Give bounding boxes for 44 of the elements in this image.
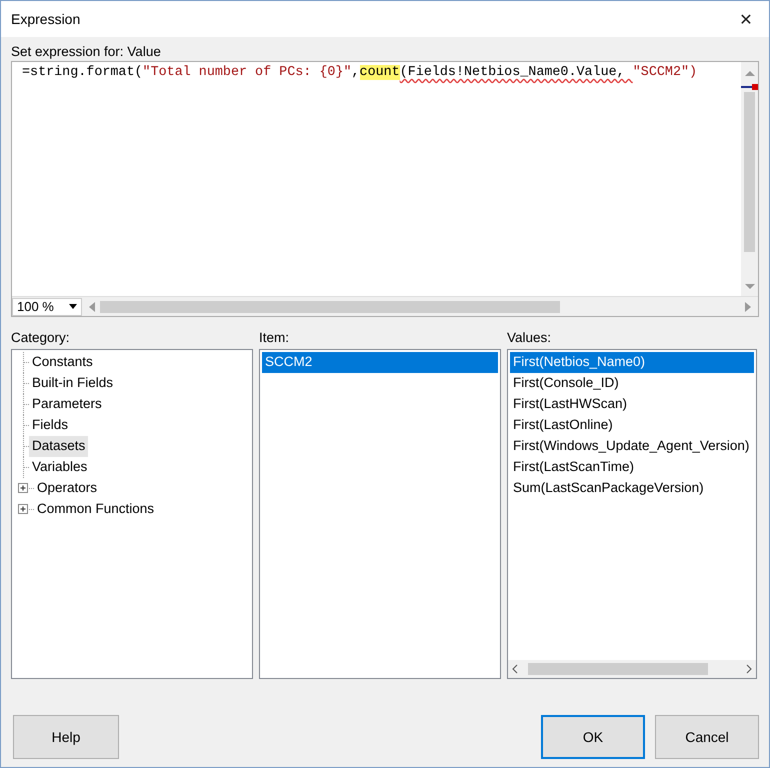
scroll-up-icon[interactable] xyxy=(744,68,756,78)
code-token: =string.format( xyxy=(22,65,143,80)
tree-item[interactable]: Constants xyxy=(29,352,96,373)
code-token: "SCCM2") xyxy=(632,65,698,80)
scroll-down-icon[interactable] xyxy=(744,282,756,292)
expression-editor[interactable]: =string.format("Total number of PCs: {0}",count(Fields!Netbios_Name0.Value, "SCCM2") 100 % xyxy=(11,61,759,317)
expand-icon[interactable] xyxy=(18,504,29,515)
list-item[interactable]: First(LastScanTime) xyxy=(510,457,754,478)
tree-item[interactable]: Fields xyxy=(29,415,72,436)
code-token: , xyxy=(351,65,360,80)
code-token: (Fields!Netbios_Name0.Value, xyxy=(400,65,626,80)
dropdown-arrow-icon xyxy=(69,304,77,309)
category-label: Category: xyxy=(11,329,71,347)
tree-item[interactable]: Operators xyxy=(34,478,100,499)
expand-icon[interactable] xyxy=(18,483,29,494)
scroll-thumb[interactable] xyxy=(528,663,708,675)
tree-item[interactable]: Common Functions xyxy=(34,499,158,520)
zoom-dropdown[interactable]: 100 % xyxy=(12,298,82,316)
code-token: count xyxy=(360,65,400,80)
help-button[interactable]: Help xyxy=(13,715,119,759)
list-item[interactable]: First(Windows_Update_Agent_Version) xyxy=(510,436,754,457)
list-item[interactable]: First(LastOnline) xyxy=(510,415,754,436)
cancel-button[interactable]: Cancel xyxy=(655,715,759,759)
item-label: Item: xyxy=(259,329,290,347)
window-title: Expression xyxy=(11,11,80,27)
list-item[interactable]: Sum(LastScanPackageVersion) xyxy=(510,478,754,499)
expression-label: Set expression for: Value xyxy=(11,43,162,61)
tree-item[interactable]: Variables xyxy=(29,457,90,478)
horizontal-scrollbar[interactable] xyxy=(88,300,752,314)
list-item[interactable]: First(Netbios_Name0) xyxy=(510,352,754,373)
tree-item[interactable]: Datasets xyxy=(29,436,88,457)
list-item[interactable]: SCCM2 xyxy=(262,352,498,373)
list-item[interactable]: First(LastHWScan) xyxy=(510,394,754,415)
scroll-thumb[interactable] xyxy=(744,92,755,252)
values-label: Values: xyxy=(507,329,552,347)
ok-button[interactable]: OK xyxy=(541,715,645,759)
scroll-thumb[interactable] xyxy=(100,300,560,312)
scroll-marker-icon xyxy=(741,84,758,90)
tree-item[interactable]: Parameters xyxy=(29,394,105,415)
close-button[interactable]: ✕ xyxy=(723,1,769,37)
vertical-scrollbar[interactable] xyxy=(741,62,758,296)
code-token: "Total number of PCs: {0}" xyxy=(142,65,352,80)
list-item[interactable]: First(Console_ID) xyxy=(510,373,754,394)
tree-item[interactable]: Built-in Fields xyxy=(29,373,116,394)
